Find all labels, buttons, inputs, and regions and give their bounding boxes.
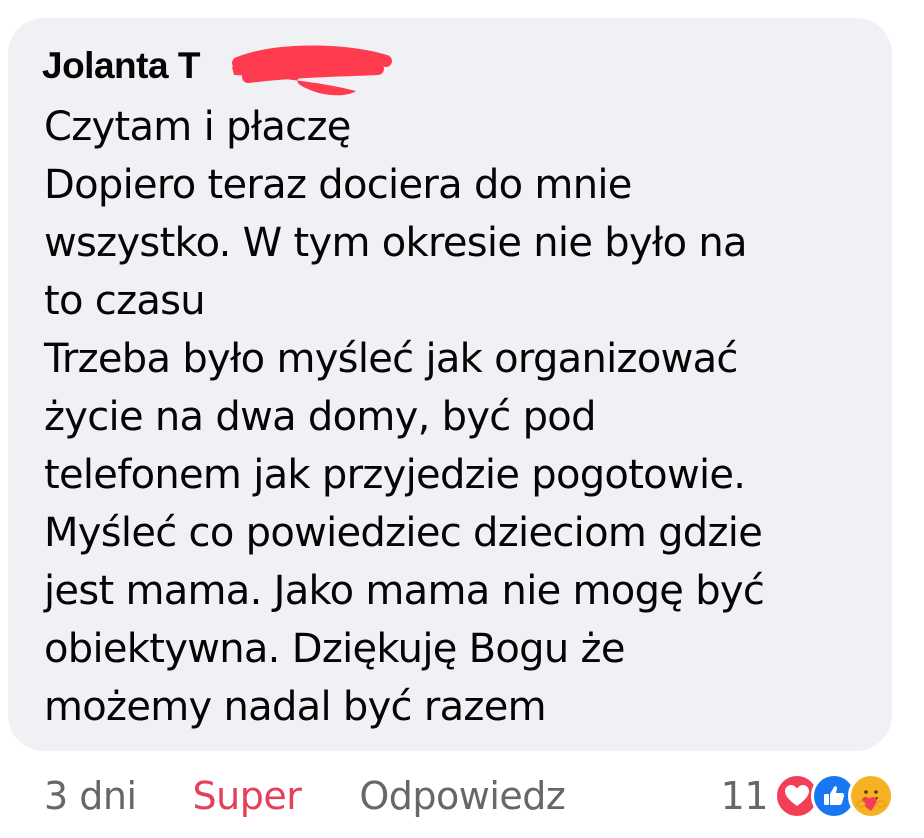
- author-name[interactable]: Jolanta T: [42, 45, 200, 86]
- reaction-count: 11: [720, 774, 769, 818]
- reactions-summary[interactable]: 11: [721, 766, 894, 826]
- comment-text: Czytam i płaczę Dopiero teraz dociera do…: [44, 104, 765, 730]
- comment-bubble: Jolanta T Czytam i płaczę Dopiero teraz …: [8, 18, 892, 751]
- reaction-icons: [774, 773, 894, 819]
- author-row: Jolanta T: [42, 36, 200, 96]
- care-reaction-icon: [848, 773, 894, 819]
- comment-actions: 3 dni Super Odpowiedz: [44, 766, 566, 826]
- redaction-scribble: [232, 45, 392, 96]
- reply-button[interactable]: Odpowiedz: [359, 774, 565, 818]
- super-reaction-button[interactable]: Super: [193, 774, 302, 818]
- comment-timestamp[interactable]: 3 dni: [44, 774, 137, 818]
